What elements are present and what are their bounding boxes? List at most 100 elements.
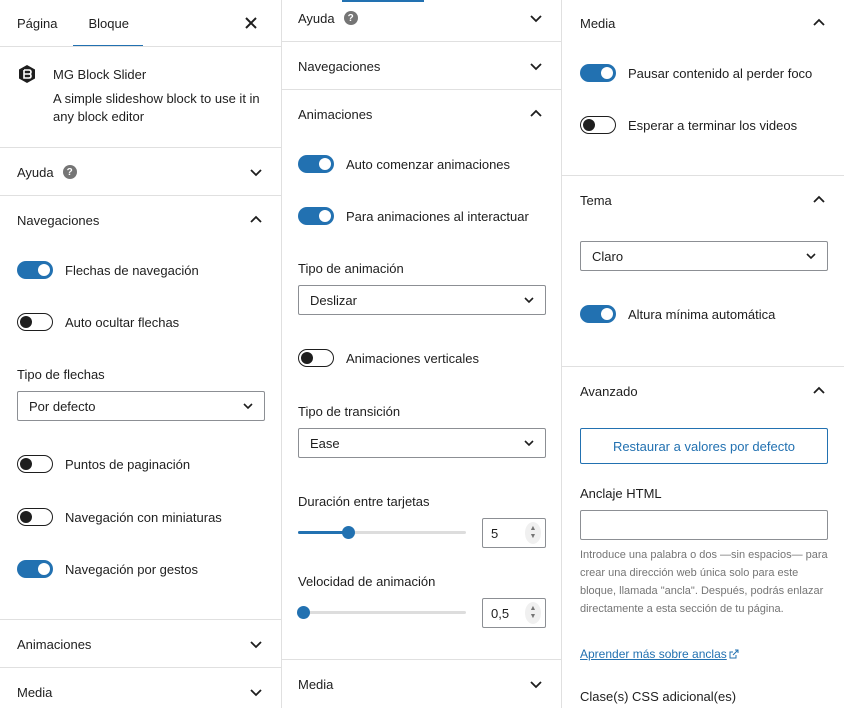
number-value: 0,5: [491, 605, 510, 621]
panel-media-header[interactable]: Media: [562, 0, 844, 47]
learn-anchors-link[interactable]: Aprender más sobre anclas: [580, 647, 739, 661]
slider-thumb[interactable]: [342, 526, 355, 539]
panel-help-header[interactable]: Ayuda ?: [0, 148, 281, 196]
duration-slider[interactable]: [298, 526, 466, 539]
panel-title: Animaciones: [17, 636, 92, 652]
panel-navigation-header[interactable]: Navegaciones: [282, 42, 561, 90]
animation-type-select[interactable]: Deslizar: [298, 285, 546, 315]
block-settings-panel-1: Página Bloque MG Block Slider A simple s…: [0, 0, 282, 708]
slider-thumb[interactable]: [297, 606, 310, 619]
tab-page[interactable]: Página: [17, 0, 57, 47]
html-anchor-input[interactable]: [580, 510, 828, 540]
transition-type-select[interactable]: Ease: [298, 428, 546, 458]
chevron-down-icon: [528, 58, 544, 74]
panel-theme-header[interactable]: Tema: [562, 176, 844, 224]
chevron-up-icon: [811, 192, 827, 208]
toggle-stop-on-interact[interactable]: Para animaciones al interactuar: [298, 207, 529, 225]
transition-type-label: Tipo de transición: [298, 404, 401, 419]
toggle-pause-on-blur[interactable]: Pausar contenido al perder foco: [580, 64, 812, 82]
duration-label: Duración entre tarjetas: [298, 494, 430, 509]
toggle-switch[interactable]: [17, 455, 53, 473]
toggle-switch[interactable]: [17, 313, 53, 331]
toggle-switch[interactable]: [17, 508, 53, 526]
block-settings-panel-2: Ayuda ? Navegaciones Animaciones Auto co…: [282, 0, 562, 708]
panel-title: Media: [298, 676, 334, 692]
panel-media-header[interactable]: Media: [0, 668, 281, 708]
toggle-label: Animaciones verticales: [346, 350, 479, 366]
chevron-down-icon: [528, 676, 544, 692]
toggle-auto-min-height[interactable]: Altura mínima automática: [580, 305, 775, 323]
toggle-thumbnail-nav[interactable]: Navegación con miniaturas: [17, 508, 222, 526]
toggle-auto-hide-arrows[interactable]: Auto ocultar flechas: [17, 313, 179, 331]
panel-animations-header[interactable]: Animaciones: [0, 620, 281, 668]
speed-slider[interactable]: [297, 606, 466, 619]
chevron-down-icon: [523, 294, 535, 306]
chevron-down-icon: [805, 250, 817, 262]
panel-advanced-header[interactable]: Avanzado: [562, 367, 844, 415]
toggle-switch[interactable]: [298, 349, 334, 367]
toggle-label: Para animaciones al interactuar: [346, 208, 529, 224]
toggle-label: Altura mínima automática: [628, 306, 776, 322]
html-anchor-help: Introduce una palabra o dos —sin espacio…: [580, 549, 828, 615]
spinner-icon[interactable]: ▲ ▼: [525, 522, 541, 544]
toggle-pagination-dots[interactable]: Puntos de paginación: [17, 455, 190, 473]
chevron-up-icon: [811, 383, 827, 399]
external-link-icon: [729, 649, 739, 659]
speed-label: Velocidad de animación: [298, 574, 436, 589]
speed-number-input[interactable]: 0,5 ▲ ▼: [482, 598, 546, 628]
chevron-up-icon: [811, 15, 827, 31]
panel-title: Media: [580, 15, 616, 31]
duration-number-input[interactable]: 5 ▲ ▼: [482, 518, 546, 548]
panel-navigation-header[interactable]: Navegaciones: [0, 196, 281, 244]
chevron-down-icon: [248, 684, 264, 700]
toggle-label: Auto comenzar animaciones: [346, 156, 511, 172]
arrow-type-select[interactable]: Por defecto: [17, 391, 265, 421]
panel-title: Tema: [580, 192, 612, 208]
panel-media-header[interactable]: Media: [282, 660, 561, 708]
toggle-switch[interactable]: [580, 116, 616, 134]
select-value: Deslizar: [310, 292, 357, 308]
panel-title: Ayuda: [298, 10, 335, 26]
toggle-switch[interactable]: [298, 207, 334, 225]
toggle-label: Navegación con miniaturas: [65, 509, 222, 525]
css-class-label: Clase(s) CSS adicional(es): [580, 689, 737, 704]
chevron-down-icon: [242, 400, 254, 412]
toggle-wait-videos[interactable]: Esperar a terminar los videos: [580, 116, 797, 134]
close-icon[interactable]: [242, 14, 260, 32]
sidebar-tabs: Página Bloque: [0, 0, 281, 47]
toggle-label: Flechas de navegación: [65, 262, 199, 278]
toggle-gesture-nav[interactable]: Navegación por gestos: [17, 560, 198, 578]
block-card: MG Block Slider A simple slideshow block…: [17, 64, 264, 126]
toggle-label: Auto ocultar flechas: [65, 314, 180, 330]
arrow-type-label: Tipo de flechas: [17, 367, 105, 382]
chevron-up-icon: [528, 106, 544, 122]
toggle-label: Navegación por gestos: [65, 561, 198, 577]
panel-help-header[interactable]: Ayuda ?: [282, 0, 561, 42]
panel-title: Animaciones: [298, 106, 373, 122]
toggle-autostart[interactable]: Auto comenzar animaciones: [298, 155, 510, 173]
toggle-switch[interactable]: [17, 261, 53, 279]
theme-select[interactable]: Claro: [580, 241, 828, 271]
block-logo-icon: [17, 64, 37, 84]
panel-animations-header[interactable]: Animaciones: [282, 90, 561, 138]
link-label: Aprender más sobre anclas: [580, 647, 727, 661]
toggle-switch[interactable]: [298, 155, 334, 173]
chevron-down-icon: [528, 10, 544, 26]
reset-defaults-button[interactable]: Restaurar a valores por defecto: [580, 428, 828, 464]
block-title: MG Block Slider: [53, 67, 147, 82]
toggle-switch[interactable]: [580, 64, 616, 82]
toggle-nav-arrows[interactable]: Flechas de navegación: [17, 261, 199, 279]
chevron-up-icon: [248, 212, 264, 228]
spinner-icon[interactable]: ▲ ▼: [525, 602, 541, 624]
toggle-switch[interactable]: [580, 305, 616, 323]
select-value: Claro: [592, 248, 624, 264]
slider-fill: [298, 531, 348, 534]
panel-title: Media: [17, 684, 53, 700]
toggle-label: Esperar a terminar los videos: [628, 117, 798, 133]
tab-block[interactable]: Bloque: [73, 0, 144, 47]
toggle-vertical-animations[interactable]: Animaciones verticales: [298, 349, 479, 367]
chevron-down-icon: [248, 164, 264, 180]
toggle-switch[interactable]: [17, 560, 53, 578]
toggle-label: Pausar contenido al perder foco: [628, 65, 813, 81]
divider: [0, 46, 281, 47]
